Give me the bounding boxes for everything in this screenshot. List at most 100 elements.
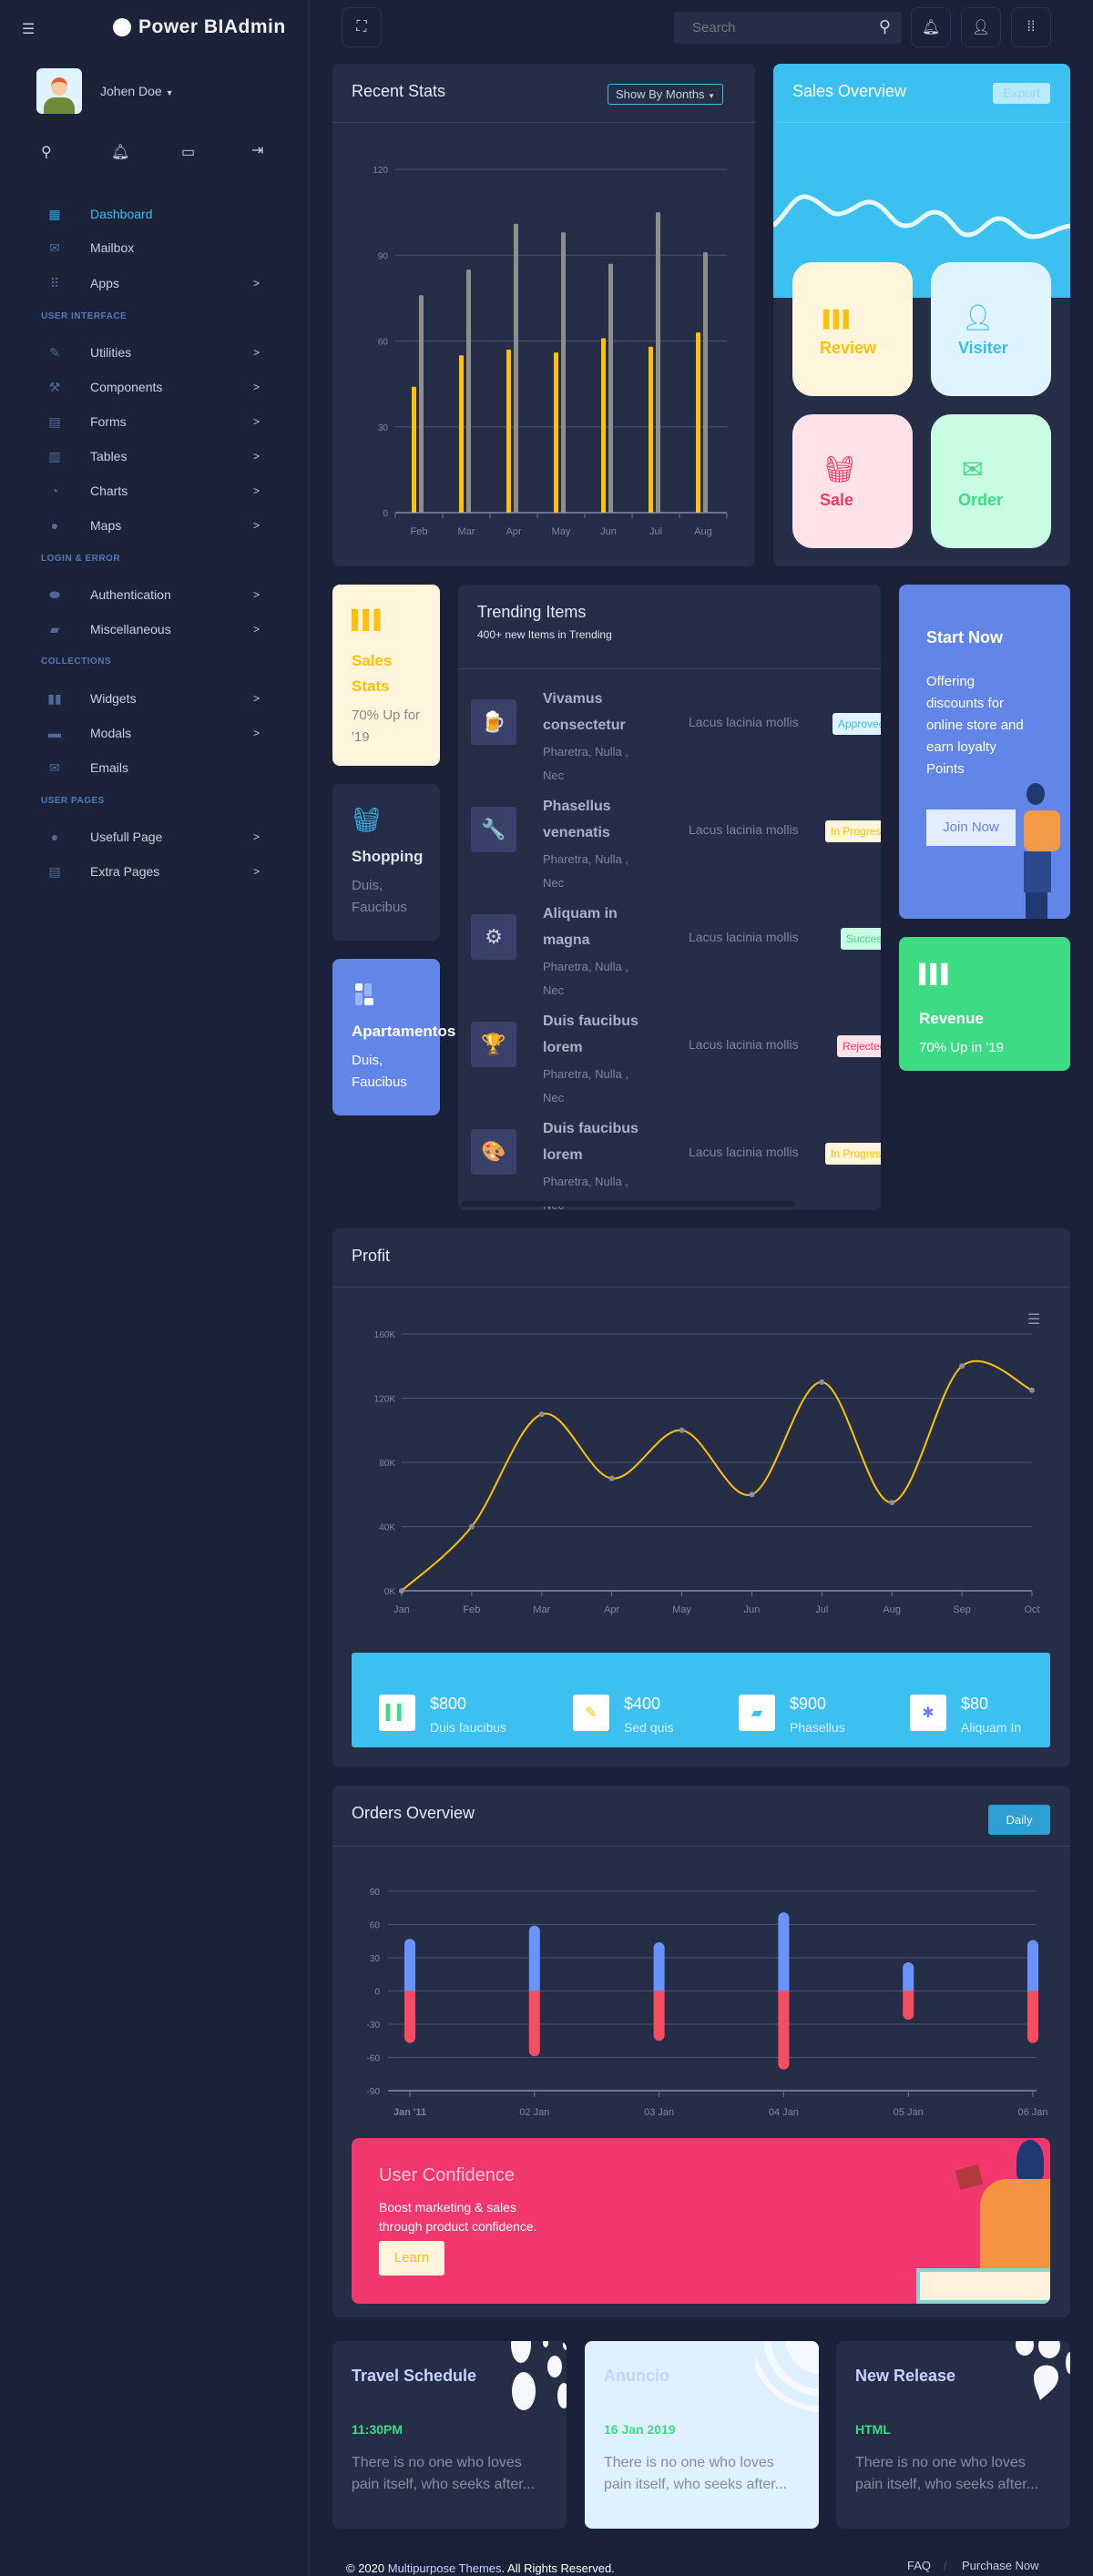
tile-sale[interactable]: 🧺︎ Sale bbox=[792, 414, 913, 548]
sidebar-item-label: Utilities bbox=[90, 345, 132, 360]
chat-icon[interactable]: ▭ bbox=[181, 143, 195, 161]
new-release-card[interactable]: New Release HTML There is no one who lov… bbox=[836, 2341, 1070, 2529]
data-point[interactable] bbox=[819, 1379, 825, 1385]
travel-schedule-card[interactable]: Travel Schedule 11:30PM There is no one … bbox=[332, 2341, 567, 2529]
notifications-button[interactable]: 🔔︎ bbox=[911, 7, 951, 47]
bar-cap bbox=[778, 1912, 790, 1924]
anuncio-card[interactable]: Anuncio 16 Jan 2019 There is no one who … bbox=[585, 2341, 819, 2529]
stat-label: Duis faucibus bbox=[430, 1720, 507, 1735]
bar-cap bbox=[653, 1942, 665, 1954]
bar bbox=[778, 1918, 790, 1991]
copyright-year: © 2020 bbox=[346, 2561, 385, 2575]
bar-cap bbox=[903, 2009, 914, 2021]
trending-row[interactable]: 🎨Duis faucibus loremPharetra, Nulla , Ne… bbox=[458, 1099, 881, 1210]
sidebar-item-utilities[interactable]: ✎ Utilities > bbox=[0, 339, 310, 366]
sidebar-item-mailbox[interactable]: ✉ Mailbox bbox=[0, 234, 310, 261]
sidebar-item-usefull-page[interactable]: ● Usefull Page > bbox=[0, 823, 310, 850]
tile-order[interactable]: ✉︎ Order bbox=[931, 414, 1051, 548]
search-input[interactable] bbox=[674, 12, 865, 44]
sidebar-item-label: Emails bbox=[90, 760, 129, 775]
search-icon[interactable]: ⚲ bbox=[879, 17, 891, 36]
profile-button[interactable]: 👤︎ bbox=[961, 7, 1001, 47]
data-point[interactable] bbox=[608, 1475, 615, 1481]
trending-row[interactable]: 🍺 Vivamus consectetur Pharetra, Nulla , Ne… bbox=[458, 669, 881, 782]
stat-label: Aliquam In bbox=[961, 1720, 1022, 1735]
tile-visiter[interactable]: 👤︎ Visiter bbox=[931, 262, 1051, 396]
data-point[interactable] bbox=[1029, 1387, 1035, 1393]
layout-icon bbox=[355, 983, 363, 991]
trending-row[interactable]: 🔧 Phasellus venenatis Pharetra, Nulla , Ne… bbox=[458, 777, 881, 890]
fullscreen-button[interactable]: ⛶ bbox=[342, 7, 382, 47]
sidebar-item-label: Tables bbox=[90, 449, 128, 463]
logo[interactable]: Power BIAdmin bbox=[113, 16, 286, 38]
data-point[interactable] bbox=[468, 1523, 475, 1530]
join-now-button[interactable]: Join Now bbox=[926, 809, 1016, 846]
sidebar-item-forms[interactable]: ▤ Forms > bbox=[0, 408, 310, 435]
tile-label: Review bbox=[820, 339, 877, 357]
sidebar-item-authentication[interactable]: ⬬ Authentication > bbox=[0, 581, 310, 608]
sidebar-item-emails[interactable]: ✉ Emails bbox=[0, 754, 310, 781]
tile-review[interactable]: ▌▌▌ Review bbox=[792, 262, 913, 396]
card-tag: HTML bbox=[855, 2422, 891, 2437]
sidebar-item-charts[interactable]: ◔ Charts > bbox=[0, 477, 310, 504]
sidebar-item-components[interactable]: ⚒ Components > bbox=[0, 373, 310, 401]
books-icon: ▍▍ bbox=[379, 1695, 415, 1731]
sales-stats-card[interactable]: ▌▌▌ Sales Stats 70% Up for '19 bbox=[332, 585, 440, 766]
basket-icon: 🧺︎ bbox=[352, 806, 383, 833]
profit-stat: ▰ $900 Phasellus bbox=[739, 1695, 845, 1736]
settings-button[interactable]: ⁞⁞ bbox=[1011, 7, 1051, 47]
profit-card: Profit ☰ 0K 40K 80K 120K 160K Jan Feb Mar Apr May… bbox=[332, 1228, 1070, 1767]
user-menu[interactable]: Johen Doe ▼ bbox=[100, 84, 174, 98]
sidebar-item-maps[interactable]: ● Maps > bbox=[0, 512, 310, 539]
shopping-card[interactable]: 🧺︎ Shopping Duis, Faucibus bbox=[332, 784, 440, 941]
lock-icon: ⬬ bbox=[49, 587, 60, 602]
menu-toggle-icon[interactable]: ☰ bbox=[22, 20, 38, 38]
avatar[interactable] bbox=[36, 68, 82, 114]
chevron-right-icon: > bbox=[253, 484, 260, 497]
rings-decoration bbox=[755, 2341, 819, 2412]
sidebar-item-modals[interactable]: ▬ Modals > bbox=[0, 719, 310, 747]
x-tick-label: Feb bbox=[411, 526, 428, 537]
dashboard-icon: ▦ bbox=[48, 207, 61, 221]
trending-row[interactable]: 🏆 Duis faucibus lorem Pharetra, Nulla , Ne… bbox=[458, 992, 881, 1105]
data-point[interactable] bbox=[679, 1427, 685, 1433]
horizontal-scrollbar[interactable] bbox=[461, 1201, 796, 1207]
status-badge: Approved bbox=[833, 713, 881, 735]
learn-button[interactable]: Learn bbox=[379, 2241, 444, 2276]
data-point[interactable] bbox=[749, 1492, 755, 1498]
trophy-icon: 🏆 bbox=[471, 1022, 516, 1067]
item-title: Vivamus consectetur bbox=[543, 691, 626, 733]
logout-icon[interactable]: ⇥ bbox=[251, 141, 263, 159]
sidebar-item-tables[interactable]: ▥ Tables > bbox=[0, 443, 310, 470]
trending-items-card: Trending Items 400+ new Items in Trendin… bbox=[458, 585, 881, 1210]
sidebar-item-apps[interactable]: ⠿ Apps > bbox=[0, 270, 310, 297]
sidebar-item-miscellaneous[interactable]: ▰ Miscellaneous > bbox=[0, 616, 310, 643]
tools-icon: ⚒ bbox=[48, 380, 61, 394]
pencil-icon: ✎ bbox=[49, 345, 60, 360]
brand-link[interactable]: Multipurpose Themes bbox=[388, 2561, 502, 2575]
card-tag: 11:30PM bbox=[352, 2422, 403, 2437]
data-point[interactable] bbox=[399, 1588, 404, 1593]
y-tick-label: 40K bbox=[379, 1523, 395, 1533]
card-subtitle: Duis, Faucibus bbox=[352, 1053, 407, 1090]
sidebar-item-extra-pages[interactable]: ▤ Extra Pages > bbox=[0, 858, 310, 885]
bell-icon[interactable]: 🔔︎ bbox=[111, 143, 129, 161]
orders-chart: -90 -60 -30 0 30 60 90 Jan '11 02 Jan 03 Jan 04 Ja… bbox=[367, 1888, 1048, 2118]
apartamentos-card[interactable]: Apartamentos Duis, Faucibus bbox=[332, 959, 455, 1115]
data-point[interactable] bbox=[538, 1411, 545, 1418]
footer-faq-link[interactable]: FAQ bbox=[907, 2559, 931, 2572]
bar bbox=[1027, 1991, 1038, 2038]
stat-value: $900 bbox=[790, 1695, 827, 1713]
revenue-card[interactable]: ▌▌▌ Revenue 70% Up in '19 bbox=[899, 937, 1070, 1071]
search-icon[interactable]: ⚲ bbox=[41, 143, 52, 161]
data-point[interactable] bbox=[959, 1363, 965, 1369]
sidebar-item-widgets[interactable]: ▮▮ Widgets > bbox=[0, 685, 310, 712]
x-tick-label: 04 Jan bbox=[769, 2107, 799, 2118]
search-box: ⚲ bbox=[674, 12, 902, 44]
bar bbox=[554, 352, 558, 513]
data-point[interactable] bbox=[889, 1500, 895, 1506]
bar bbox=[514, 223, 518, 514]
trending-row[interactable]: ⚙ Aliquam in magna Pharetra, Nulla , Nec La… bbox=[458, 884, 881, 997]
sidebar-item-dashboard[interactable]: ▦ Dashboard bbox=[0, 200, 310, 228]
footer-purchase-link[interactable]: Purchase Now bbox=[962, 2559, 1039, 2572]
